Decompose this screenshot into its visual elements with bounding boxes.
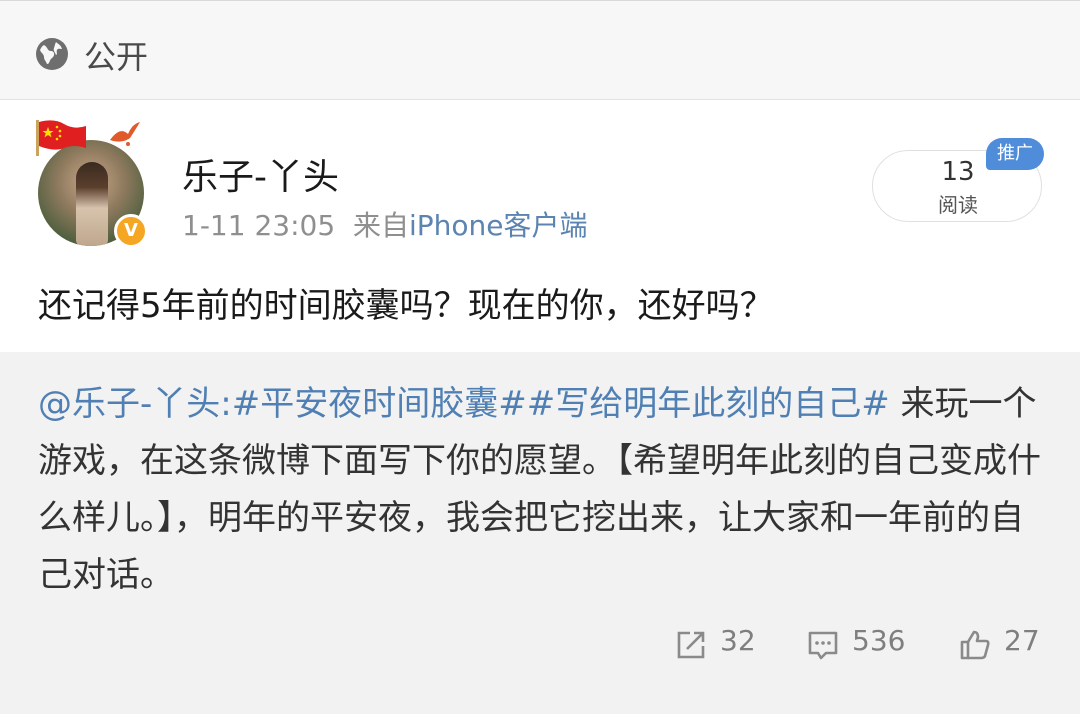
repost-count: 32 bbox=[720, 624, 756, 657]
visibility-label[interactable]: 公开 bbox=[84, 32, 148, 78]
globe-icon bbox=[36, 38, 68, 70]
post-source[interactable]: iPhone客户端 bbox=[409, 209, 588, 242]
like-count: 27 bbox=[1004, 624, 1040, 657]
visibility-bar: 公开 bbox=[0, 0, 1080, 100]
verified-badge-icon: V bbox=[114, 214, 148, 248]
post-timestamp: 1-11 23:05 bbox=[182, 209, 336, 242]
share-icon bbox=[677, 631, 705, 659]
china-flag-icon bbox=[36, 120, 86, 156]
comment-icon bbox=[808, 631, 838, 660]
action-bar: 32 536 27 bbox=[0, 620, 1080, 668]
bird-icon bbox=[110, 122, 140, 146]
comment-count: 536 bbox=[852, 624, 906, 657]
topic-link-1[interactable]: #平安夜时间胶囊# bbox=[232, 384, 527, 424]
author-name[interactable]: 乐子-丫头 bbox=[182, 148, 339, 200]
topic-link-2[interactable]: #写给明年此刻的自己# bbox=[527, 384, 890, 424]
thumbs-up-icon bbox=[960, 630, 990, 660]
avatar-figure bbox=[76, 162, 108, 246]
post-meta: 1-11 23:05 来自iPhone客户端 bbox=[182, 204, 587, 244]
mention-link[interactable]: @乐子-丫头: bbox=[38, 384, 232, 424]
repost-text: @乐子-丫头:#平安夜时间胶囊##写给明年此刻的自己# 来玩一个游戏，在这条微博… bbox=[38, 376, 1048, 604]
post-content: 还记得5年前的时间胶囊吗？现在的你，还好吗？ bbox=[38, 286, 774, 326]
promote-badge[interactable]: 推广 bbox=[986, 138, 1044, 170]
source-prefix: 来自 bbox=[352, 209, 409, 242]
read-label: 阅读 bbox=[938, 193, 978, 217]
